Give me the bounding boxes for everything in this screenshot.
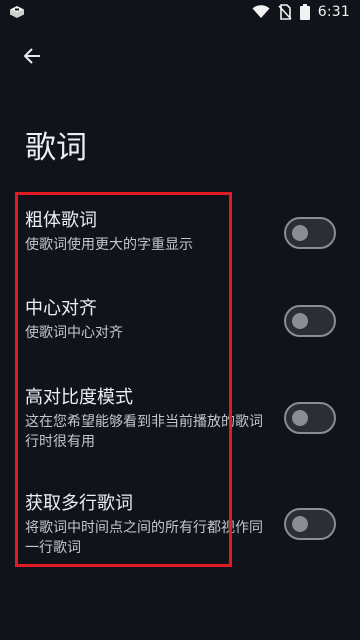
toggle-knob bbox=[292, 516, 308, 532]
status-icons: 6:31 bbox=[252, 0, 350, 24]
setting-description: 使歌词中心对齐 bbox=[25, 325, 123, 341]
setting-description: 这在您希望能够看到非当前播放的歌词行时很有用 bbox=[25, 414, 263, 450]
high-contrast-toggle[interactable] bbox=[284, 402, 336, 434]
no-sim-icon bbox=[278, 4, 292, 20]
status-time: 6:31 bbox=[317, 4, 350, 20]
setting-text: 高对比度模式 这在您希望能够看到非当前播放的歌词行时很有用 bbox=[25, 386, 265, 452]
toggle-knob bbox=[292, 225, 308, 241]
setting-text: 获取多行歌词 将歌词中时间点之间的所有行都视作同一行歌词 bbox=[25, 492, 265, 558]
app-notification-icon bbox=[10, 6, 24, 18]
setting-title: 粗体歌词 bbox=[25, 210, 97, 231]
lyrics-settings-screen: 6:31 歌词 粗体歌词 使歌词使用更大的字重显示 中心对齐 使歌词中心对齐 高… bbox=[0, 0, 360, 640]
setting-text: 中心对齐 使歌词中心对齐 bbox=[25, 297, 265, 343]
setting-title: 获取多行歌词 bbox=[25, 493, 133, 514]
status-bar: 6:31 bbox=[0, 0, 360, 24]
battery-icon bbox=[299, 4, 310, 20]
back-arrow-icon bbox=[23, 48, 40, 64]
multiline-lyrics-toggle[interactable] bbox=[284, 508, 336, 540]
setting-description: 将歌词中时间点之间的所有行都视作同一行歌词 bbox=[25, 520, 263, 556]
setting-multiline-lyrics[interactable]: 获取多行歌词 将歌词中时间点之间的所有行都视作同一行歌词 bbox=[0, 488, 360, 564]
back-button[interactable] bbox=[16, 40, 48, 72]
center-align-toggle[interactable] bbox=[284, 305, 336, 337]
bold-lyrics-toggle[interactable] bbox=[284, 217, 336, 249]
setting-title: 中心对齐 bbox=[25, 298, 97, 319]
setting-text: 粗体歌词 使歌词使用更大的字重显示 bbox=[25, 209, 265, 255]
wifi-icon bbox=[252, 5, 270, 18]
setting-description: 使歌词使用更大的字重显示 bbox=[25, 237, 193, 253]
setting-high-contrast[interactable]: 高对比度模式 这在您希望能够看到非当前播放的歌词行时很有用 bbox=[0, 382, 360, 458]
toggle-knob bbox=[292, 410, 308, 426]
setting-center-align[interactable]: 中心对齐 使歌词中心对齐 bbox=[0, 293, 360, 353]
toggle-knob bbox=[292, 313, 308, 329]
setting-bold-lyrics[interactable]: 粗体歌词 使歌词使用更大的字重显示 bbox=[0, 205, 360, 265]
page-title: 歌词 bbox=[25, 130, 87, 166]
setting-title: 高对比度模式 bbox=[25, 387, 133, 408]
